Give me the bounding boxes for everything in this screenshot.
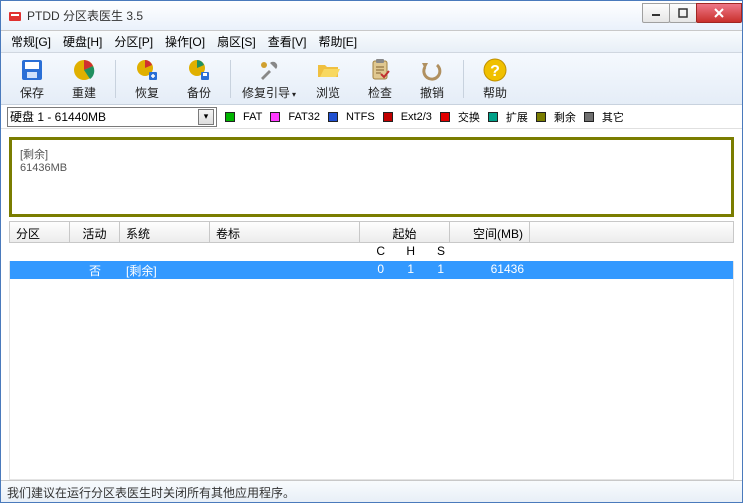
save-icon bbox=[19, 57, 45, 83]
menu-sector[interactable]: 扇区[S] bbox=[211, 31, 262, 52]
piechart-icon bbox=[71, 57, 97, 83]
browse-button[interactable]: 浏览 bbox=[303, 56, 353, 102]
titlebar: PTDD 分区表医生 3.5 bbox=[1, 1, 742, 31]
cell-h: 1 bbox=[390, 261, 420, 279]
disk-bar: 硬盘 1 - 61440MB ▾ FAT FAT32 NTFS Ext2/3 交… bbox=[1, 105, 742, 129]
th-space[interactable]: 空间(MB) bbox=[450, 222, 530, 242]
close-button[interactable] bbox=[696, 3, 742, 23]
undo-label: 撤销 bbox=[420, 84, 444, 101]
disk-select[interactable]: 硬盘 1 - 61440MB ▾ bbox=[7, 107, 217, 127]
separator bbox=[463, 60, 464, 98]
separator bbox=[230, 60, 231, 98]
folder-icon bbox=[315, 57, 341, 83]
swatch-swap bbox=[440, 112, 450, 122]
cell-active: 否 bbox=[70, 261, 120, 279]
menu-help[interactable]: 帮助[E] bbox=[312, 31, 363, 52]
menubar: 常规[G] 硬盘[H] 分区[P] 操作[O] 扇区[S] 查看[V] 帮助[E… bbox=[1, 31, 742, 53]
backup-button[interactable]: 备份 bbox=[174, 56, 224, 102]
th-system[interactable]: 系统 bbox=[120, 222, 210, 242]
window-title: PTDD 分区表医生 3.5 bbox=[27, 7, 643, 24]
swatch-free bbox=[536, 112, 546, 122]
swatch-ext bbox=[383, 112, 393, 122]
undo-button[interactable]: 撤销 bbox=[407, 56, 457, 102]
browse-label: 浏览 bbox=[316, 84, 340, 101]
cell-system: [剩余] bbox=[120, 261, 210, 279]
legend-free: 剩余 bbox=[554, 109, 576, 125]
th-s: S bbox=[419, 243, 449, 261]
save-label: 保存 bbox=[20, 84, 44, 101]
backup-icon bbox=[186, 57, 212, 83]
status-text: 我们建议在运行分区表医生时关闭所有其他应用程序。 bbox=[7, 486, 295, 500]
swatch-fat32 bbox=[270, 112, 280, 122]
maximize-button[interactable] bbox=[669, 3, 697, 23]
backup-label: 备份 bbox=[187, 84, 211, 101]
check-button[interactable]: 检查 bbox=[355, 56, 405, 102]
help-label: 帮助 bbox=[483, 84, 507, 101]
menu-disk[interactable]: 硬盘[H] bbox=[57, 31, 108, 52]
toolbar: 保存 重建 恢复 备份 修复引导▾ 浏览 检查 撤销 bbox=[1, 53, 742, 105]
chevron-down-icon: ▾ bbox=[292, 90, 296, 99]
undo-icon bbox=[419, 57, 445, 83]
disk-select-value: 硬盘 1 - 61440MB bbox=[10, 108, 106, 125]
th-partition[interactable]: 分区 bbox=[10, 222, 70, 242]
restore-label: 恢复 bbox=[135, 84, 159, 101]
fixboot-button[interactable]: 修复引导▾ bbox=[237, 56, 301, 102]
save-button[interactable]: 保存 bbox=[7, 56, 57, 102]
swatch-fat bbox=[225, 112, 235, 122]
diskmap-container: [剩余] 61436MB bbox=[1, 129, 742, 221]
menu-partition[interactable]: 分区[P] bbox=[108, 31, 159, 52]
cell-label bbox=[210, 261, 360, 279]
table-body: 否 [剩余] 0 1 1 61436 bbox=[9, 261, 734, 480]
cell-space: 61436 bbox=[450, 261, 530, 279]
status-bar: 我们建议在运行分区表医生时关闭所有其他应用程序。 bbox=[1, 480, 742, 502]
menu-general[interactable]: 常规[G] bbox=[5, 31, 57, 52]
menu-view[interactable]: 查看[V] bbox=[262, 31, 313, 52]
partition-table: 分区 活动 系统 卷标 起始 空间(MB) C H S 否 [剩余] 0 1 1… bbox=[1, 221, 742, 480]
rebuild-label: 重建 bbox=[72, 84, 96, 101]
diskmap-label: [剩余] bbox=[20, 146, 723, 162]
legend-extended: 扩展 bbox=[506, 109, 528, 125]
cell-s: 1 bbox=[420, 261, 450, 279]
legend-fat32: FAT32 bbox=[288, 111, 320, 123]
separator bbox=[115, 60, 116, 98]
fixboot-label: 修复引导▾ bbox=[242, 84, 296, 101]
table-header: 分区 活动 系统 卷标 起始 空间(MB) bbox=[9, 221, 734, 243]
restore-icon bbox=[134, 57, 160, 83]
diskmap-free-block[interactable]: [剩余] 61436MB bbox=[9, 137, 734, 217]
legend-fat: FAT bbox=[243, 111, 262, 123]
th-active[interactable]: 活动 bbox=[70, 222, 120, 242]
help-icon: ? bbox=[482, 57, 508, 83]
menu-operate[interactable]: 操作[O] bbox=[159, 31, 211, 52]
legend-other: 其它 bbox=[602, 109, 624, 125]
table-row[interactable]: 否 [剩余] 0 1 1 61436 bbox=[10, 261, 733, 279]
swatch-extended bbox=[488, 112, 498, 122]
th-start[interactable]: 起始 bbox=[360, 222, 450, 242]
legend-ext: Ext2/3 bbox=[401, 111, 432, 123]
app-window: PTDD 分区表医生 3.5 常规[G] 硬盘[H] 分区[P] 操作[O] 扇… bbox=[0, 0, 743, 503]
legend-ntfs: NTFS bbox=[346, 111, 375, 123]
legend: FAT FAT32 NTFS Ext2/3 交换 扩展 剩余 其它 bbox=[225, 109, 624, 125]
swatch-other bbox=[584, 112, 594, 122]
tools-icon bbox=[256, 57, 282, 83]
diskmap-size: 61436MB bbox=[20, 162, 723, 174]
check-label: 检查 bbox=[368, 84, 392, 101]
table-subheader: C H S bbox=[9, 243, 734, 261]
th-label[interactable]: 卷标 bbox=[210, 222, 360, 242]
svg-text:?: ? bbox=[490, 63, 500, 80]
clipboard-icon bbox=[367, 57, 393, 83]
restore-button[interactable]: 恢复 bbox=[122, 56, 172, 102]
chevron-down-icon: ▾ bbox=[198, 109, 214, 125]
th-h: H bbox=[389, 243, 419, 261]
th-c: C bbox=[359, 243, 389, 261]
help-button[interactable]: ? 帮助 bbox=[470, 56, 520, 102]
window-buttons bbox=[643, 3, 742, 23]
cell-partition bbox=[10, 261, 70, 279]
rebuild-button[interactable]: 重建 bbox=[59, 56, 109, 102]
cell-c: 0 bbox=[360, 261, 390, 279]
legend-swap: 交换 bbox=[458, 109, 480, 125]
minimize-button[interactable] bbox=[642, 3, 670, 23]
app-icon bbox=[7, 8, 23, 24]
swatch-ntfs bbox=[328, 112, 338, 122]
